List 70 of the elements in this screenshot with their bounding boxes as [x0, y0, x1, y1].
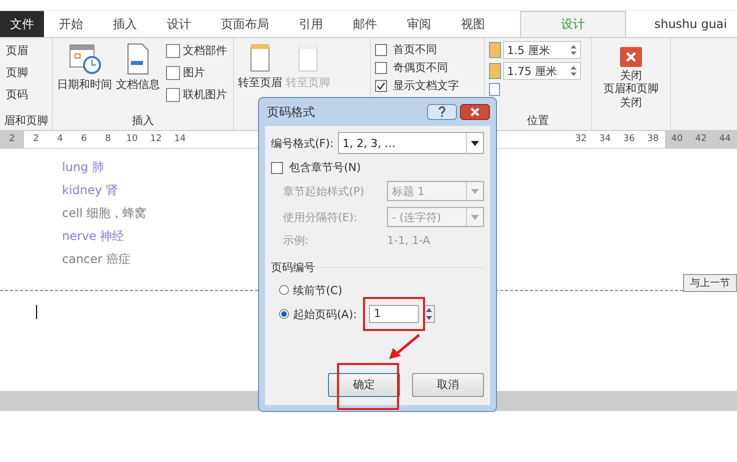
tab-insert-icon[interactable]	[489, 83, 500, 96]
ribbon-tab[interactable]: 审阅	[392, 11, 446, 37]
dropdown-button[interactable]: 页码	[4, 85, 48, 104]
ribbon-tab[interactable]: 设计	[152, 11, 206, 37]
highlight-box	[362, 297, 425, 331]
date-time-button[interactable]: 日期和时间	[57, 41, 112, 113]
example-text: 1-1, 1-A	[387, 234, 430, 247]
radio-button[interactable]: 续前节(C)	[279, 282, 342, 298]
insert-button[interactable]: 联机图片	[164, 85, 229, 104]
ribbon-tab[interactable]: 文件	[0, 11, 44, 37]
close-header-footer-button[interactable]: 关闭 页眉和页脚	[596, 41, 666, 95]
ruler-number: 40	[665, 131, 689, 148]
number-format-dropdown[interactable]: 1, 2, 3, …	[338, 132, 484, 154]
document-line: lung 肺	[62, 159, 104, 176]
field-label: 章节起始样式(P)	[283, 184, 366, 198]
field-label: 编号格式(F):	[271, 136, 334, 150]
checkbox-icon	[375, 62, 387, 74]
text-cursor	[36, 305, 37, 319]
group-label: 关闭	[619, 95, 643, 111]
document-line: cancer 癌症	[62, 251, 130, 268]
insert-button[interactable]: 图片	[164, 63, 229, 82]
header-tag: 与上一节	[683, 274, 737, 292]
option-checkbox[interactable]: 显示文档文字	[375, 78, 480, 93]
ruler-number: 44	[713, 131, 737, 148]
document-line: cell 细胞，蜂窝	[62, 205, 146, 222]
group-label: 眉和页脚	[4, 113, 48, 129]
close-button[interactable]	[460, 104, 490, 120]
spin-field[interactable]: 1.75 厘米	[503, 62, 581, 80]
insert-button[interactable]: 文档部件	[164, 41, 229, 60]
ruler-number: 42	[689, 131, 713, 148]
field-label: 使用分隔符(E):	[283, 210, 358, 224]
document-line: nerve 神经	[62, 228, 124, 245]
option-checkbox[interactable]: 奇偶页不同	[375, 60, 480, 75]
user-name[interactable]: shushu guai	[654, 11, 737, 37]
checkbox-icon	[271, 162, 283, 174]
close-icon	[620, 47, 642, 67]
highlight-box	[337, 363, 399, 410]
help-button[interactable]	[427, 104, 457, 120]
dropdown-button[interactable]: 页脚	[4, 63, 48, 82]
checkbox-icon	[375, 44, 387, 56]
ribbon-tab[interactable]: 引用	[284, 11, 338, 37]
margin-icon	[489, 42, 501, 58]
dialog-button[interactable]: 确定	[328, 373, 400, 397]
spin-arrows-icon[interactable]	[570, 65, 577, 77]
start-page-field[interactable]: 1	[368, 305, 419, 323]
ribbon-tab[interactable]: 开始	[44, 11, 98, 37]
ribbon-tab[interactable]: 插入	[98, 11, 152, 37]
field-label: 示例:	[283, 233, 310, 248]
document-line: kidney 肾	[62, 182, 118, 199]
dialog-button[interactable]: 取消	[412, 373, 484, 397]
group-label: 位置	[526, 113, 550, 129]
ruler-number: 2	[0, 131, 24, 148]
annotation-arrow	[387, 334, 421, 360]
radio-button[interactable]: 起始页码(A):	[279, 306, 357, 322]
ribbon-tab[interactable]: 视图	[446, 11, 500, 37]
spin-field[interactable]: 1.5 厘米	[503, 41, 581, 59]
ribbon-tab[interactable]: 页面布局	[206, 11, 284, 37]
option-checkbox[interactable]: 首页不同	[375, 42, 480, 57]
document-info-button[interactable]: 文档信息	[116, 41, 160, 113]
dialog-title: 页码格式	[267, 104, 315, 120]
document-icon	[125, 43, 151, 75]
ribbon-tab[interactable]: 邮件	[338, 11, 392, 37]
checkbox-icon	[375, 80, 387, 92]
spin-arrows-icon[interactable]	[570, 44, 577, 56]
include-chapter-checkbox[interactable]: 包含章节号(N)	[271, 160, 484, 175]
calendar-clock-icon	[68, 43, 102, 75]
section-heading: 页码编号	[271, 260, 315, 275]
margin-icon	[489, 63, 501, 79]
group-label: 插入	[131, 113, 155, 129]
dropdown-button[interactable]: 页眉	[4, 41, 48, 60]
